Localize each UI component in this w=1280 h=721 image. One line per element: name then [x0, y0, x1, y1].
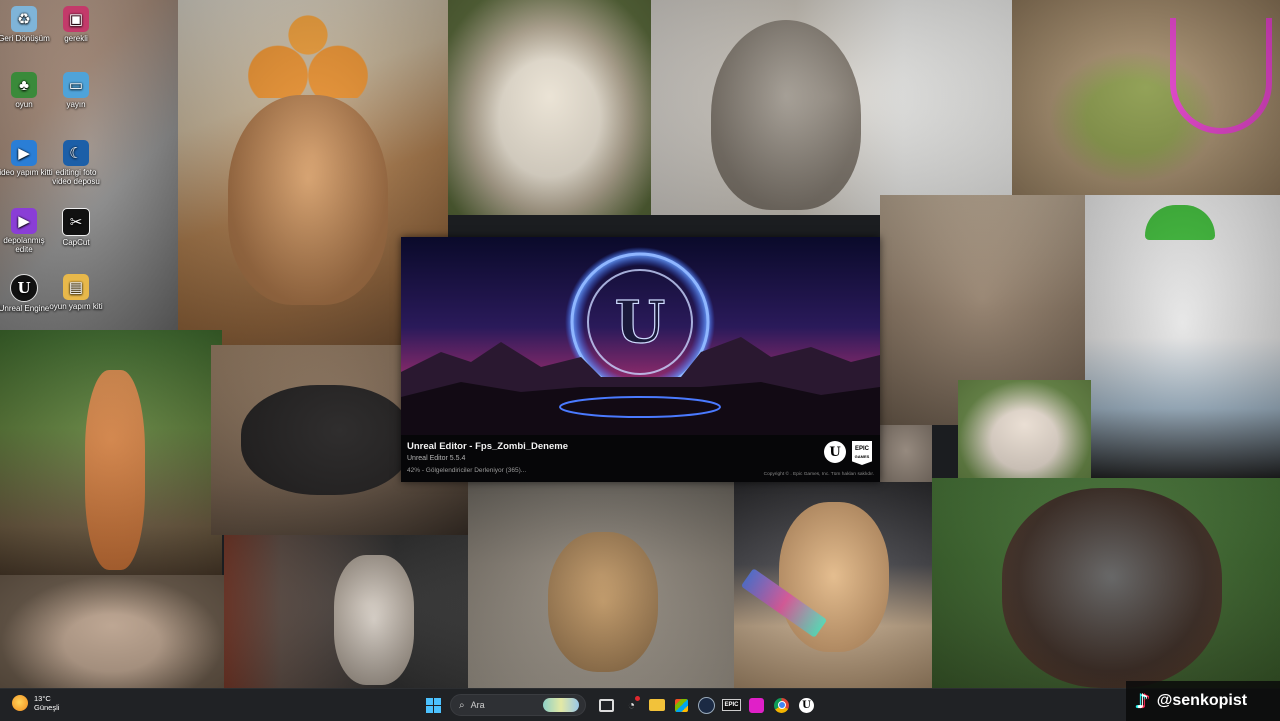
unreal-logo-icon: U	[824, 441, 846, 463]
desktop-icon-oyun-yapim-kiti[interactable]: ▤ oyun yapım kiti	[46, 274, 106, 311]
recycle-bin-icon: ♻	[11, 6, 37, 32]
desktop-icon-yayin[interactable]: ▭ yayın	[46, 72, 106, 109]
weather-widget[interactable]: 13°C Güneşli	[12, 694, 59, 712]
store-icon	[675, 698, 688, 712]
weather-condition: Güneşli	[34, 703, 60, 712]
unreal-editor-splash: U Unreal Editor - Fps_Zombi_Deneme Unrea…	[401, 237, 880, 482]
squirrel-photo	[0, 330, 222, 575]
steam-button[interactable]	[696, 695, 717, 716]
taskbar: 13°C Güneşli ⌕ Ara ◔ EPIC U ♪ @senkopist	[0, 681, 1280, 721]
shield-icon: ◔	[627, 698, 636, 712]
search-placeholder: Ara	[470, 700, 485, 710]
epic-games-logo-icon: EPIC GAMES	[852, 441, 872, 465]
splash-artwork: U	[401, 237, 880, 437]
taskbar-search[interactable]: ⌕ Ara	[450, 694, 586, 716]
unreal-engine-button[interactable]: U	[796, 695, 817, 716]
epic-logo-bottom: GAMES	[854, 454, 870, 459]
unreal-icon: U	[10, 274, 38, 302]
fan-photo	[880, 425, 932, 482]
cat-on-toilet-photo	[651, 0, 1012, 215]
taskbar-apps: ⌕ Ara ◔ EPIC U	[423, 693, 817, 717]
epic-games-icon: EPIC	[722, 699, 741, 711]
tiktok-watermark: ♪ @senkopist	[1126, 681, 1280, 721]
desktop-icon-label: yayın	[66, 100, 86, 109]
task-view-icon	[599, 698, 614, 712]
capcut-icon: ✂	[62, 208, 90, 236]
start-button[interactable]	[423, 695, 444, 716]
desktop-icon-gerekli[interactable]: ▣ gerekli	[46, 6, 106, 43]
shield-app-button[interactable]: ◔	[621, 695, 642, 716]
unreal-icon: U	[799, 697, 814, 713]
orangutan-photo	[932, 478, 1280, 688]
tree-icon: ♣	[11, 72, 37, 98]
weather-text: 13°C Güneşli	[34, 694, 59, 712]
desktop-icon-label: oyun yapım kiti	[49, 302, 103, 311]
file-explorer-button[interactable]	[646, 695, 667, 716]
task-view-button[interactable]	[596, 695, 617, 716]
folder-icon: ▤	[63, 274, 89, 300]
gamer-cat-photo	[734, 482, 932, 688]
splash-info-panel: Unreal Editor - Fps_Zombi_Deneme Unreal …	[401, 435, 880, 482]
steam-icon	[698, 696, 715, 714]
search-highlight-icon	[543, 698, 579, 712]
desktop-icon-capcut[interactable]: ✂ CapCut	[46, 208, 106, 247]
store-button[interactable]	[671, 695, 692, 716]
splash-version: Unreal Editor 5.5.4	[407, 455, 466, 462]
pink-app-icon	[749, 697, 764, 713]
windows-icon	[426, 697, 441, 713]
splash-copyright: Copyright © . Epic Games, Inc. Tüm hakla…	[763, 472, 874, 477]
svg-text:U: U	[615, 288, 666, 356]
pink-app-button[interactable]	[746, 695, 767, 716]
bulldog-bunny-photo	[958, 380, 1091, 480]
epic-games-button[interactable]: EPIC	[721, 695, 742, 716]
stream-icon: ▭	[63, 72, 89, 98]
tiktok-icon: ♪	[1136, 689, 1149, 713]
splash-status: 42% - Gölgelendiriciler Derleniyor (365)…	[407, 467, 527, 474]
search-icon: ⌕	[459, 699, 465, 711]
splash-title: Unreal Editor - Fps_Zombi_Deneme	[407, 441, 569, 452]
moon-icon: ☾	[63, 140, 89, 166]
woolly-sheep-photo	[448, 0, 651, 215]
street-dog-photo	[468, 482, 734, 688]
chrome-button[interactable]	[771, 695, 792, 716]
video-icon: ▶	[11, 140, 37, 166]
epic-logo-top: EPIC	[854, 446, 869, 452]
splash-logos: U EPIC GAMES	[824, 441, 872, 465]
desktop-icon-label: CapCut	[62, 238, 90, 247]
desktop-icons: ♻ Geri Dönüşüm ▣ gerekli ♣ oyun ▭ yayın …	[0, 0, 178, 330]
chrome-icon	[774, 697, 789, 713]
desktop-icon-label: gerekli	[64, 34, 88, 43]
desktop-icon-foto-video-deposu[interactable]: ☾ editingi foto video deposu	[46, 140, 106, 186]
cat-in-outfit-photo	[1085, 195, 1280, 480]
sun-icon	[12, 695, 28, 711]
play-icon: ▶	[11, 208, 37, 234]
folder-icon: ▣	[63, 6, 89, 32]
folder-icon	[648, 699, 665, 711]
tiktok-handle: @senkopist	[1156, 692, 1248, 709]
frog-photo	[1012, 0, 1280, 195]
monkey-photo	[0, 575, 224, 688]
desktop-icon-label: editingi foto video deposu	[52, 168, 100, 186]
temperature: 13°C	[34, 694, 51, 703]
notification-badge	[635, 695, 640, 701]
